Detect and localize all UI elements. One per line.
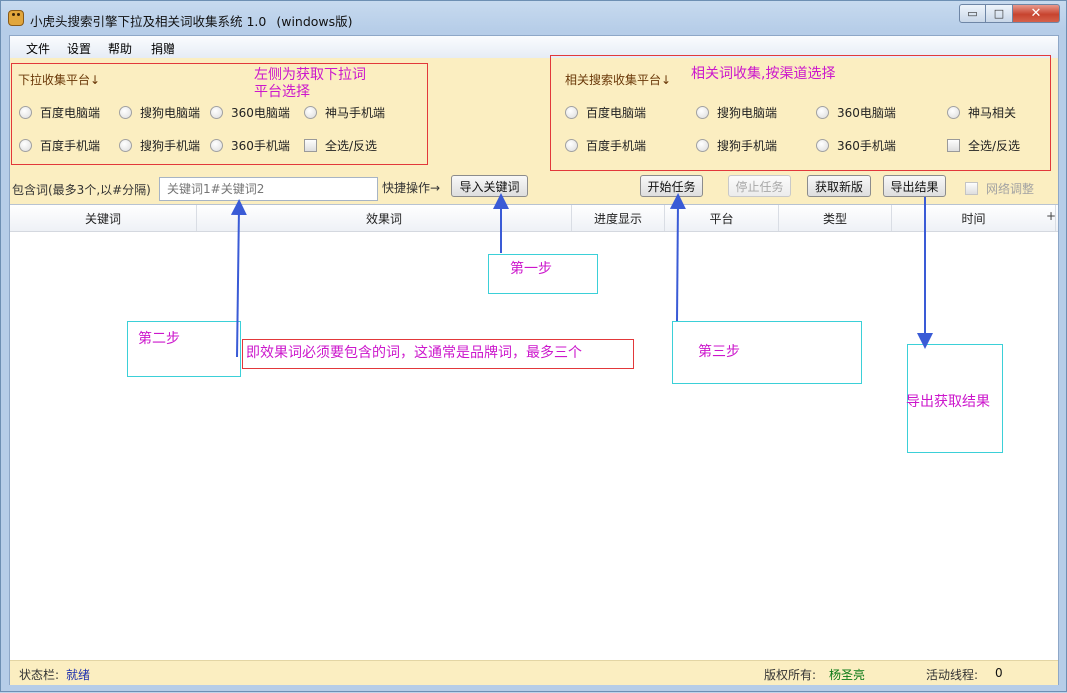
action-toolbar: 包含词(最多3个,以#分隔) 快捷操作→ 导入关键词 开始任务 停止任务 获取新… bbox=[10, 172, 1058, 204]
window-title: 小虎头搜索引擎下拉及相关词收集系统 1.0 (windows版) bbox=[30, 11, 353, 30]
table-header: 关键词 效果词 进度显示 平台 类型 时间 bbox=[10, 205, 1058, 232]
annotation-step2-box: 第二步 bbox=[127, 321, 241, 377]
minimize-button[interactable]: ▭ bbox=[959, 4, 986, 23]
annotation-step2-desc: 即效果词必须要包含的词，这通常是品牌词，最多三个 bbox=[246, 345, 582, 361]
app-window: 小虎头搜索引擎下拉及相关词收集系统 1.0 (windows版) ▭ □ ✕ 文件… bbox=[0, 0, 1067, 692]
quick-actions-label: 快捷操作→ bbox=[382, 181, 441, 195]
annotation-left-note-line2: 平台选择 bbox=[254, 84, 310, 100]
checkbox-label: 网络调整 bbox=[986, 182, 1035, 196]
maximize-button[interactable]: □ bbox=[986, 4, 1013, 23]
annotation-step1-box: 第一步 bbox=[488, 254, 598, 294]
close-icon: ✕ bbox=[1030, 6, 1042, 21]
network-adjust-checkbox[interactable]: 网络调整 bbox=[965, 180, 1034, 197]
start-task-button[interactable]: 开始任务 bbox=[640, 175, 703, 197]
col-progress[interactable]: 进度显示 bbox=[572, 205, 665, 231]
annotation-step3-box: 第三步 bbox=[672, 321, 862, 384]
import-keywords-button[interactable]: 导入关键词 bbox=[451, 175, 528, 197]
annotation-step3: 第三步 bbox=[698, 344, 740, 360]
window-title-suffix: (windows版) bbox=[276, 14, 353, 29]
status-bar: 状态栏: 就绪 版权所有: 杨圣亮 活动线程: 0 bbox=[10, 660, 1058, 685]
stop-task-button[interactable]: 停止任务 bbox=[728, 175, 791, 197]
include-words-label: 包含词(最多3个,以#分隔) bbox=[12, 183, 151, 197]
annotation-left-note: 左侧为获取下拉词 平台选择 bbox=[254, 67, 366, 101]
add-column-icon[interactable]: + bbox=[1046, 209, 1056, 223]
annotation-right-note: 相关词收集,按渠道选择 bbox=[691, 66, 836, 82]
menu-donate[interactable]: 捐赠 bbox=[151, 40, 175, 57]
fetch-new-version-button[interactable]: 获取新版 bbox=[807, 175, 871, 197]
col-platform[interactable]: 平台 bbox=[665, 205, 779, 231]
status-label: 状态栏: bbox=[19, 668, 60, 682]
col-keyword[interactable]: 关键词 bbox=[10, 205, 197, 231]
window-controls: ▭ □ ✕ bbox=[959, 4, 1060, 23]
annotation-step2: 第二步 bbox=[138, 331, 180, 347]
minimize-icon: ▭ bbox=[967, 7, 978, 20]
col-time[interactable]: 时间 bbox=[892, 205, 1056, 231]
annotation-export-note: 导出获取结果 bbox=[906, 394, 990, 410]
menu-help[interactable]: 帮助 bbox=[108, 40, 132, 57]
threads-value: 0 bbox=[995, 666, 1003, 680]
threads-label: 活动线程: bbox=[926, 668, 979, 682]
title-bar[interactable]: 小虎头搜索引擎下拉及相关词收集系统 1.0 (windows版) ▭ □ ✕ bbox=[1, 1, 1066, 35]
annotation-step1: 第一步 bbox=[510, 261, 552, 277]
menu-settings[interactable]: 设置 bbox=[67, 40, 91, 57]
annotation-step2-desc-box: 即效果词必须要包含的词，这通常是品牌词，最多三个 bbox=[242, 339, 634, 369]
tiger-logo-icon bbox=[8, 10, 24, 26]
annotation-left-note-line1: 左侧为获取下拉词 bbox=[254, 67, 366, 83]
checkbox-box[interactable] bbox=[965, 182, 978, 195]
status-value: 就绪 bbox=[66, 668, 91, 682]
maximize-icon: □ bbox=[993, 7, 1005, 20]
window-title-text: 小虎头搜索引擎下拉及相关词收集系统 1.0 bbox=[30, 14, 267, 29]
include-words-input[interactable] bbox=[159, 177, 378, 201]
copyright-label: 版权所有: bbox=[764, 668, 817, 682]
close-button[interactable]: ✕ bbox=[1013, 4, 1060, 23]
export-results-button[interactable]: 导出结果 bbox=[883, 175, 946, 197]
annotation-export-box: 导出获取结果 bbox=[906, 344, 1003, 453]
author-name: 杨圣亮 bbox=[829, 668, 866, 682]
col-effect-word[interactable]: 效果词 bbox=[197, 205, 572, 231]
menu-file[interactable]: 文件 bbox=[26, 40, 50, 57]
col-type[interactable]: 类型 bbox=[779, 205, 892, 231]
